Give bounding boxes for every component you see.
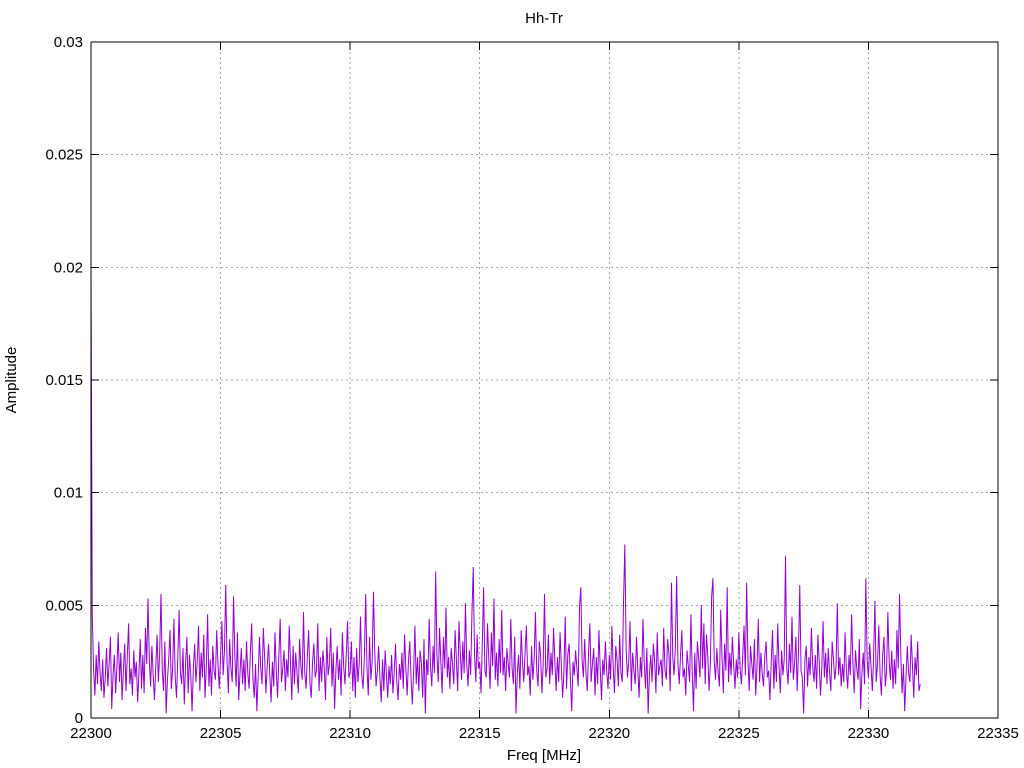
x-tick-label: 22300 (70, 725, 112, 742)
x-tick-label: 22310 (329, 725, 371, 742)
y-tick-label: 0.03 (54, 34, 83, 51)
x-tick-label: 22325 (718, 725, 760, 742)
x-axis-label: Freq [MHz] (507, 747, 581, 764)
y-tick-label: 0.02 (54, 259, 83, 276)
x-tick-label: 22320 (588, 725, 630, 742)
x-tick-label: 22330 (848, 725, 890, 742)
y-axis-label: Amplitude (3, 347, 20, 414)
x-tick-label: 22335 (977, 725, 1019, 742)
chart-title: Hh-Tr (525, 10, 563, 27)
x-tick-label: 22305 (200, 725, 242, 742)
gnuplot-chart: 22300 22305 22310 22315 22320 22325 22330 22335… (0, 0, 1024, 768)
x-tick-label: 22315 (459, 725, 501, 742)
y-tick-label: 0.015 (45, 372, 83, 389)
y-tick-label: 0 (75, 710, 83, 727)
y-tick-label: 0.01 (54, 485, 83, 502)
y-tick-label: 0.005 (45, 597, 83, 614)
y-tick-label: 0.025 (45, 147, 83, 164)
chart-canvas: 22300 22305 22310 22315 22320 22325 22330 22335… (0, 0, 1024, 768)
